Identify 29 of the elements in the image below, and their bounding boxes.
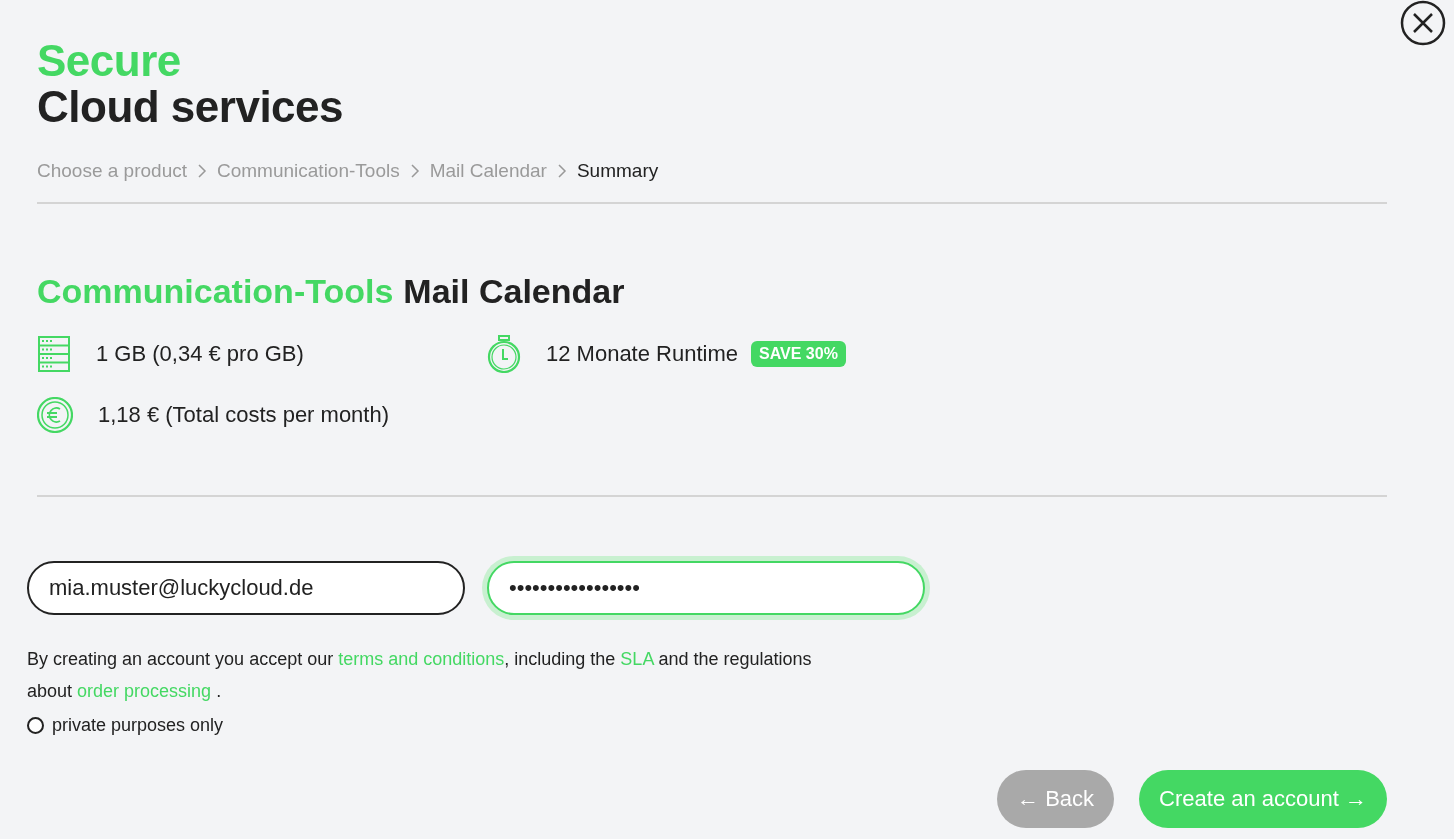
product-name: Mail Calendar <box>403 272 625 311</box>
product-category: Communication-Tools <box>37 272 394 311</box>
breadcrumb-link[interactable]: Communication-Tools <box>217 160 400 182</box>
terms-link[interactable]: order processing <box>77 681 212 701</box>
stopwatch-icon <box>487 335 521 373</box>
email-field[interactable]: mia.muster@luckycloud.de <box>27 561 465 615</box>
breadcrumb-link[interactable]: Choose a product <box>37 160 187 182</box>
radio-button[interactable] <box>27 717 44 734</box>
breadcrumb-link[interactable]: Summary <box>576 160 659 182</box>
close-icon <box>1400 0 1446 46</box>
euro-coin-icon <box>37 397 73 433</box>
feature-text: 1,18 € (Total costs per month) <box>98 402 390 428</box>
feature-text: 1 GB (0,34 € pro GB) <box>96 341 304 367</box>
password-field[interactable]: ••••••••••••••••• <box>487 561 925 615</box>
chevron-icon <box>409 163 420 179</box>
create-account-button[interactable]: Create an account → <box>1139 770 1387 828</box>
title-accent: Secure <box>37 38 182 84</box>
terms-text: By creating an account you accept our terms and conditions, including the SLA and the regulations about order processing . <box>27 648 813 703</box>
terms-link[interactable]: SLA <box>620 649 654 669</box>
terms-link[interactable]: terms and conditions <box>338 649 505 669</box>
close-button[interactable] <box>1400 0 1446 46</box>
breadcrumb-link[interactable]: Mail Calendar <box>429 160 547 182</box>
server-icon <box>37 335 71 373</box>
discount-badge: SAVE 30% <box>751 341 846 367</box>
page-title: Cloud services <box>37 84 345 130</box>
feature-text: 12 Monate Runtime <box>546 341 738 367</box>
chevron-icon <box>197 163 207 179</box>
chevron-icon <box>556 163 567 179</box>
radio-label: private purposes only <box>52 715 224 736</box>
